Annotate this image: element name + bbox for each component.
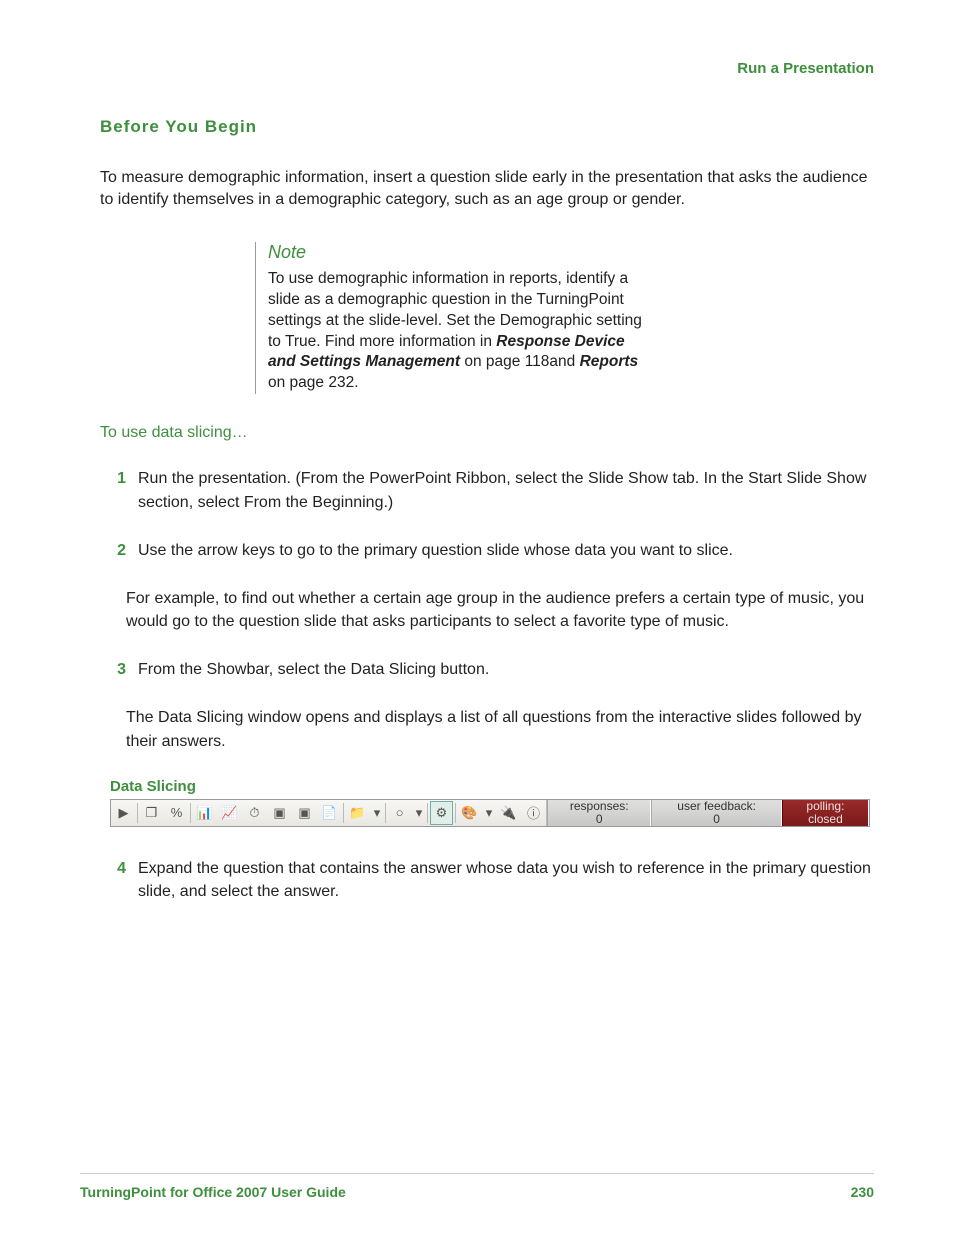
heading-before-you-begin: Before You Begin (100, 117, 874, 137)
responses-label: responses: (556, 800, 642, 813)
polling-value: closed (791, 813, 860, 826)
step-3-continued: The Data Slicing window opens and displa… (126, 706, 874, 752)
separator (190, 803, 191, 823)
subheading-to-use-data-slicing: To use data slicing… (100, 424, 874, 442)
showbar-toolbar: ▶ ❐ % 📊 📈 ⏱ ▣ ▣ 📄 📁 ▾ ○ ▾ ⚙ 🎨 ▾ 🔌 ⓘ (110, 799, 870, 827)
responses-cell: responses: 0 (547, 800, 651, 826)
graph-icon[interactable]: 📈 (218, 801, 241, 825)
toolbar-status: responses: 0 user feedback: 0 polling: c… (547, 800, 869, 826)
note-body: To use demographic information in report… (268, 269, 648, 395)
circle-icon[interactable]: ○ (388, 801, 411, 825)
dropdown-icon[interactable]: ▾ (413, 801, 425, 825)
note-text-post: on page 232. (268, 374, 359, 391)
step-4: 4 Expand the question that contains the … (100, 857, 874, 903)
separator (385, 803, 386, 823)
folder-icon[interactable]: 📁 (346, 801, 369, 825)
step-1: 1 Run the presentation. (From the PowerP… (100, 467, 874, 513)
footer-page: 230 (851, 1184, 874, 1200)
note-bold-2: Reports (580, 353, 639, 370)
polling-cell: polling: closed (782, 800, 869, 826)
step-text: From the Showbar, select the Data Slicin… (138, 658, 874, 681)
step-text: Expand the question that contains the an… (138, 857, 874, 903)
separator (343, 803, 344, 823)
polling-label: polling: (791, 800, 860, 813)
connect-icon[interactable]: 🔌 (497, 801, 520, 825)
step-number: 1 (100, 467, 138, 513)
data-slicing-icon[interactable]: ⚙ (430, 801, 453, 825)
expand-icon[interactable]: ❐ (140, 801, 163, 825)
percent-icon[interactable]: % (165, 801, 188, 825)
info-icon[interactable]: ⓘ (522, 801, 545, 825)
note-text-mid: on page 118and (460, 353, 580, 370)
slide2-icon[interactable]: ▣ (293, 801, 316, 825)
step-number: 3 (100, 658, 138, 681)
timer-icon[interactable]: ⏱ (243, 801, 266, 825)
intro-paragraph: To measure demographic information, inse… (100, 167, 874, 212)
step-number: 4 (100, 857, 138, 903)
step-3: 3 From the Showbar, select the Data Slic… (100, 658, 874, 681)
note-block: Note To use demographic information in r… (255, 242, 648, 395)
separator (427, 803, 428, 823)
dropdown-icon[interactable]: ▾ (371, 801, 383, 825)
feedback-label: user feedback: (660, 800, 772, 813)
separator (455, 803, 456, 823)
figure-caption: Data Slicing (110, 778, 874, 795)
section-header: Run a Presentation (100, 60, 874, 77)
separator (137, 803, 138, 823)
step-text: Use the arrow keys to go to the primary … (138, 539, 874, 562)
slide-icon[interactable]: ▣ (268, 801, 291, 825)
step-number: 2 (100, 539, 138, 562)
play-icon[interactable]: ▶ (112, 801, 135, 825)
feedback-value: 0 (660, 813, 772, 826)
page-icon[interactable]: 📄 (318, 801, 341, 825)
toolbar-buttons: ▶ ❐ % 📊 📈 ⏱ ▣ ▣ 📄 📁 ▾ ○ ▾ ⚙ 🎨 ▾ 🔌 ⓘ (111, 800, 547, 826)
feedback-cell: user feedback: 0 (651, 800, 781, 826)
responses-value: 0 (556, 813, 642, 826)
chart-icon[interactable]: 📊 (193, 801, 216, 825)
palette-icon[interactable]: 🎨 (458, 801, 481, 825)
step-2-continued: For example, to find out whether a certa… (126, 587, 874, 633)
step-text: Run the presentation. (From the PowerPoi… (138, 467, 874, 513)
page-footer: TurningPoint for Office 2007 User Guide … (80, 1173, 874, 1200)
footer-title: TurningPoint for Office 2007 User Guide (80, 1184, 346, 1200)
note-title: Note (268, 242, 648, 263)
step-2: 2 Use the arrow keys to go to the primar… (100, 539, 874, 562)
dropdown-icon[interactable]: ▾ (483, 801, 495, 825)
